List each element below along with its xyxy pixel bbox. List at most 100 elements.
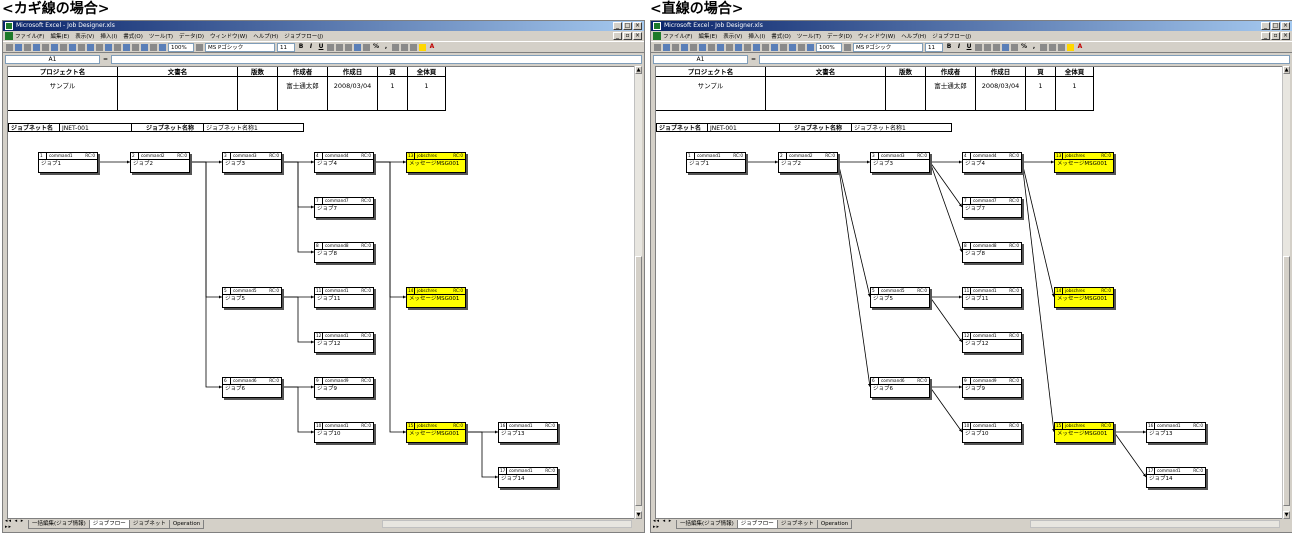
workbook-restore-button[interactable]: ▫	[623, 32, 632, 40]
job-box[interactable]: 12 command1 RC:0 ジョブ12	[314, 332, 374, 353]
menu-item[interactable]: ウィンドウ(W)	[858, 32, 895, 40]
message-box[interactable]: 13 jobschres RC:0 メッセージMSG001	[1054, 152, 1114, 173]
menu-item[interactable]: 表示(V)	[75, 32, 94, 40]
chart-icon[interactable]	[798, 43, 805, 51]
worksheet[interactable]: プロジェクト名 サンプル 文書名 版数 作成者 富士通太郎 作成日 2008/03/04 頁 1 全…	[655, 66, 1283, 519]
underline-button[interactable]: U	[965, 43, 973, 51]
spellcheck-icon[interactable]	[51, 43, 58, 51]
sheet-tab[interactable]: ジョブネット	[128, 519, 170, 529]
sort-asc-icon[interactable]	[132, 43, 139, 51]
align-left-icon[interactable]	[975, 43, 982, 51]
hyperlink-icon[interactable]	[105, 43, 112, 51]
comma-button[interactable]: ,	[382, 43, 390, 51]
job-box[interactable]: 11 command1 RC:0 ジョブ11	[314, 287, 374, 308]
job-box[interactable]: 8 command8 RC:0 ジョブ8	[962, 242, 1022, 263]
font-color-icon[interactable]: A	[1076, 43, 1084, 51]
help-icon[interactable]	[196, 43, 203, 51]
align-left-icon[interactable]	[327, 43, 334, 51]
align-center-icon[interactable]	[984, 43, 991, 51]
menu-item[interactable]: データ(D)	[827, 32, 852, 40]
menu-item[interactable]: ヘルプ(H)	[253, 32, 278, 40]
message-box[interactable]: 14 jobschres RC:0 メッセージMSG001	[1054, 287, 1114, 308]
job-box[interactable]: 10 command1 RC:0 ジョブ10	[314, 422, 374, 443]
cut-icon[interactable]	[60, 43, 67, 51]
fill-color-icon[interactable]	[419, 43, 426, 51]
paste-icon[interactable]	[726, 43, 733, 51]
menu-item[interactable]: ヘルプ(H)	[901, 32, 926, 40]
sort-asc-icon[interactable]	[780, 43, 787, 51]
job-box[interactable]: 12 command1 RC:0 ジョブ12	[962, 332, 1022, 353]
job-box[interactable]: 2 command2 RC:0 ジョブ2	[130, 152, 190, 173]
open-icon[interactable]	[663, 43, 670, 51]
sheet-tab[interactable]: Operation	[168, 519, 205, 529]
workbook-restore-button[interactable]: ▫	[1271, 32, 1280, 40]
name-box[interactable]: A1	[653, 55, 748, 64]
outdent-icon[interactable]	[401, 43, 408, 51]
menu-item[interactable]: ジョブフロー(J)	[932, 32, 971, 40]
scroll-thumb[interactable]	[635, 256, 642, 506]
job-box[interactable]: 5 command5 RC:0 ジョブ5	[870, 287, 930, 308]
borders-icon[interactable]	[410, 43, 417, 51]
menu-item[interactable]: ジョブフロー(J)	[284, 32, 323, 40]
font-color-icon[interactable]: A	[428, 43, 436, 51]
job-box[interactable]: 8 command8 RC:0 ジョブ8	[314, 242, 374, 263]
font-select[interactable]: MS Pゴシック	[853, 42, 923, 52]
menu-item[interactable]: 書式(O)	[771, 32, 791, 40]
font-select[interactable]: MS Pゴシック	[205, 42, 275, 52]
message-box[interactable]: 13 jobschres RC:0 メッセージMSG001	[406, 152, 466, 173]
horizontal-scrollbar[interactable]	[382, 520, 632, 528]
scroll-down-button[interactable]: ▼	[635, 511, 642, 519]
tab-nav-buttons[interactable]: ◂◂ ◂ ▸ ▸▸	[651, 518, 677, 530]
job-box[interactable]: 11 command1 RC:0 ジョブ11	[962, 287, 1022, 308]
menu-item[interactable]: ファイル(F)	[663, 32, 692, 40]
hyperlink-icon[interactable]	[753, 43, 760, 51]
job-box[interactable]: 4 command4 RC:0 ジョブ4	[962, 152, 1022, 173]
currency-icon[interactable]	[363, 43, 370, 51]
job-box[interactable]: 4 command4 RC:0 ジョブ4	[314, 152, 374, 173]
menu-item[interactable]: 編集(E)	[50, 32, 69, 40]
zoom-select[interactable]: 100%	[168, 42, 194, 52]
job-box[interactable]: 3 command3 RC:0 ジョブ3	[870, 152, 930, 173]
spellcheck-icon[interactable]	[699, 43, 706, 51]
job-box[interactable]: 6 command6 RC:0 ジョブ6	[222, 377, 282, 398]
menu-item[interactable]: ウィンドウ(W)	[210, 32, 247, 40]
align-center-icon[interactable]	[336, 43, 343, 51]
job-box[interactable]: 1 command1 RC:0 ジョブ1	[686, 152, 746, 173]
italic-button[interactable]: I	[307, 43, 315, 51]
job-box[interactable]: 6 command6 RC:0 ジョブ6	[870, 377, 930, 398]
percent-button[interactable]: %	[372, 43, 380, 51]
message-box[interactable]: 14 jobschres RC:0 メッセージMSG001	[406, 287, 466, 308]
job-box[interactable]: 5 command5 RC:0 ジョブ5	[222, 287, 282, 308]
bold-button[interactable]: B	[945, 43, 953, 51]
redo-icon[interactable]	[744, 43, 751, 51]
print-icon[interactable]	[33, 43, 40, 51]
comma-button[interactable]: ,	[1030, 43, 1038, 51]
menu-item[interactable]: ファイル(F)	[15, 32, 44, 40]
font-size-select[interactable]: 11	[925, 42, 943, 52]
merge-center-icon[interactable]	[354, 43, 361, 51]
vertical-scrollbar[interactable]: ▲ ▼	[1282, 66, 1290, 519]
sheet-tab[interactable]: ジョブフロー	[88, 519, 130, 529]
preview-icon[interactable]	[42, 43, 49, 51]
workbook-minimize-button[interactable]: _	[613, 32, 622, 40]
close-button[interactable]: ×	[633, 22, 642, 30]
job-box[interactable]: 1 command1 RC:0 ジョブ1	[38, 152, 98, 173]
italic-button[interactable]: I	[955, 43, 963, 51]
redo-icon[interactable]	[96, 43, 103, 51]
sheet-tab[interactable]: Operation	[816, 519, 853, 529]
currency-icon[interactable]	[1011, 43, 1018, 51]
save-icon[interactable]	[24, 43, 31, 51]
paste-icon[interactable]	[78, 43, 85, 51]
sheet-tab[interactable]: 一括編集(ジョブ情報)	[28, 519, 90, 529]
job-box[interactable]: 17 command1 RC:0 ジョブ14	[1146, 467, 1206, 488]
indent-icon[interactable]	[1040, 43, 1047, 51]
font-size-select[interactable]: 11	[277, 42, 295, 52]
sort-desc-icon[interactable]	[789, 43, 796, 51]
cut-icon[interactable]	[708, 43, 715, 51]
workbook-minimize-button[interactable]: _	[1261, 32, 1270, 40]
formula-input[interactable]	[759, 55, 1290, 64]
job-box[interactable]: 7 command7 RC:0 ジョブ7	[314, 197, 374, 218]
zoom-select[interactable]: 100%	[816, 42, 842, 52]
copy-icon[interactable]	[717, 43, 724, 51]
maximize-button[interactable]: □	[1271, 22, 1280, 30]
